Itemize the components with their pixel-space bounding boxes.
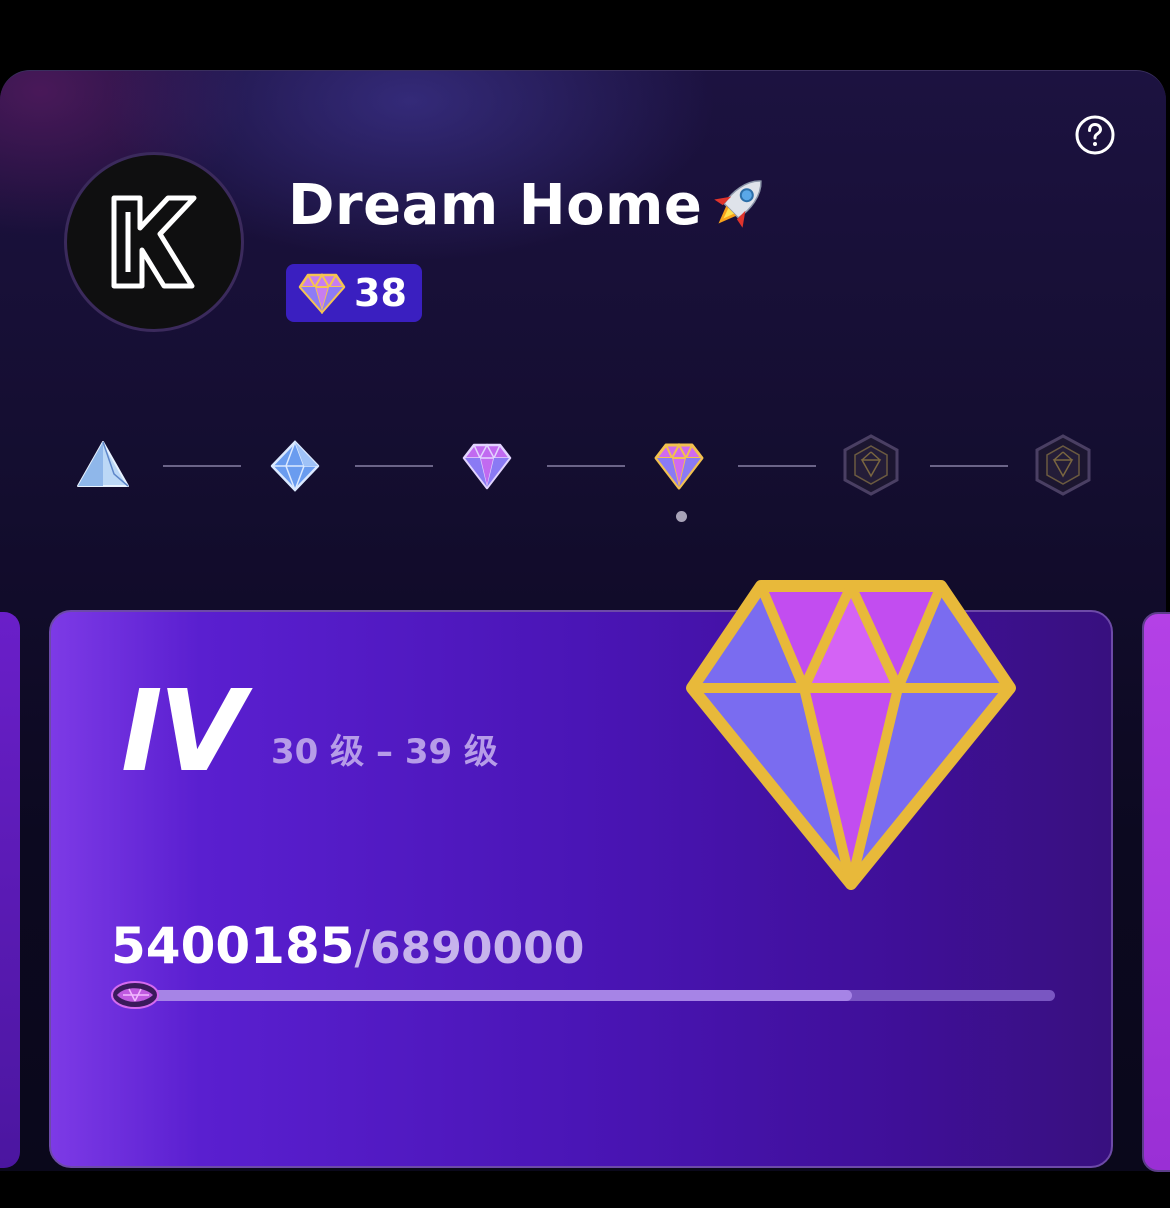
locked-hexagon-icon[interactable] — [1028, 430, 1098, 500]
rocket-icon — [704, 170, 774, 240]
triangle-crystal-icon[interactable] — [68, 430, 138, 500]
octahedron-crystal-icon[interactable] — [260, 430, 330, 500]
score-separator: / — [354, 920, 371, 974]
tier-connector — [930, 465, 1008, 467]
current-tier-indicator — [676, 511, 687, 522]
progress-thumb-icon — [109, 978, 161, 1012]
score-current: 5400185 — [111, 917, 355, 975]
tier-connector — [355, 465, 433, 467]
purple-diamond-icon[interactable] — [452, 430, 522, 500]
gem-count: 38 — [354, 271, 407, 315]
tier-progression — [0, 430, 1170, 530]
progress-fill — [113, 990, 852, 1001]
next-level-card[interactable] — [1142, 612, 1170, 1172]
tier-connector — [547, 465, 625, 467]
score: 5400185 / 6890000 — [111, 917, 584, 975]
diamond-icon — [298, 273, 346, 314]
gem-count-badge: 38 — [286, 264, 422, 322]
profile-name-row: Dream Home — [288, 170, 774, 240]
progress-bar — [113, 990, 1055, 1001]
level-roman: IV — [121, 667, 245, 797]
tier-connector — [738, 465, 816, 467]
level-diamond-icon — [686, 580, 1016, 890]
level-range: 30 级 – 39 级 — [271, 732, 498, 772]
help-icon[interactable] — [1075, 115, 1115, 155]
gold-diamond-icon[interactable] — [644, 430, 714, 500]
tier-connector — [163, 465, 241, 467]
profile-name: Dream Home — [288, 172, 703, 238]
avatar[interactable] — [64, 152, 244, 332]
previous-level-card[interactable] — [0, 612, 20, 1168]
k-logo-icon — [111, 195, 197, 289]
score-target: 6890000 — [370, 923, 585, 974]
locked-hexagon-icon[interactable] — [836, 430, 906, 500]
